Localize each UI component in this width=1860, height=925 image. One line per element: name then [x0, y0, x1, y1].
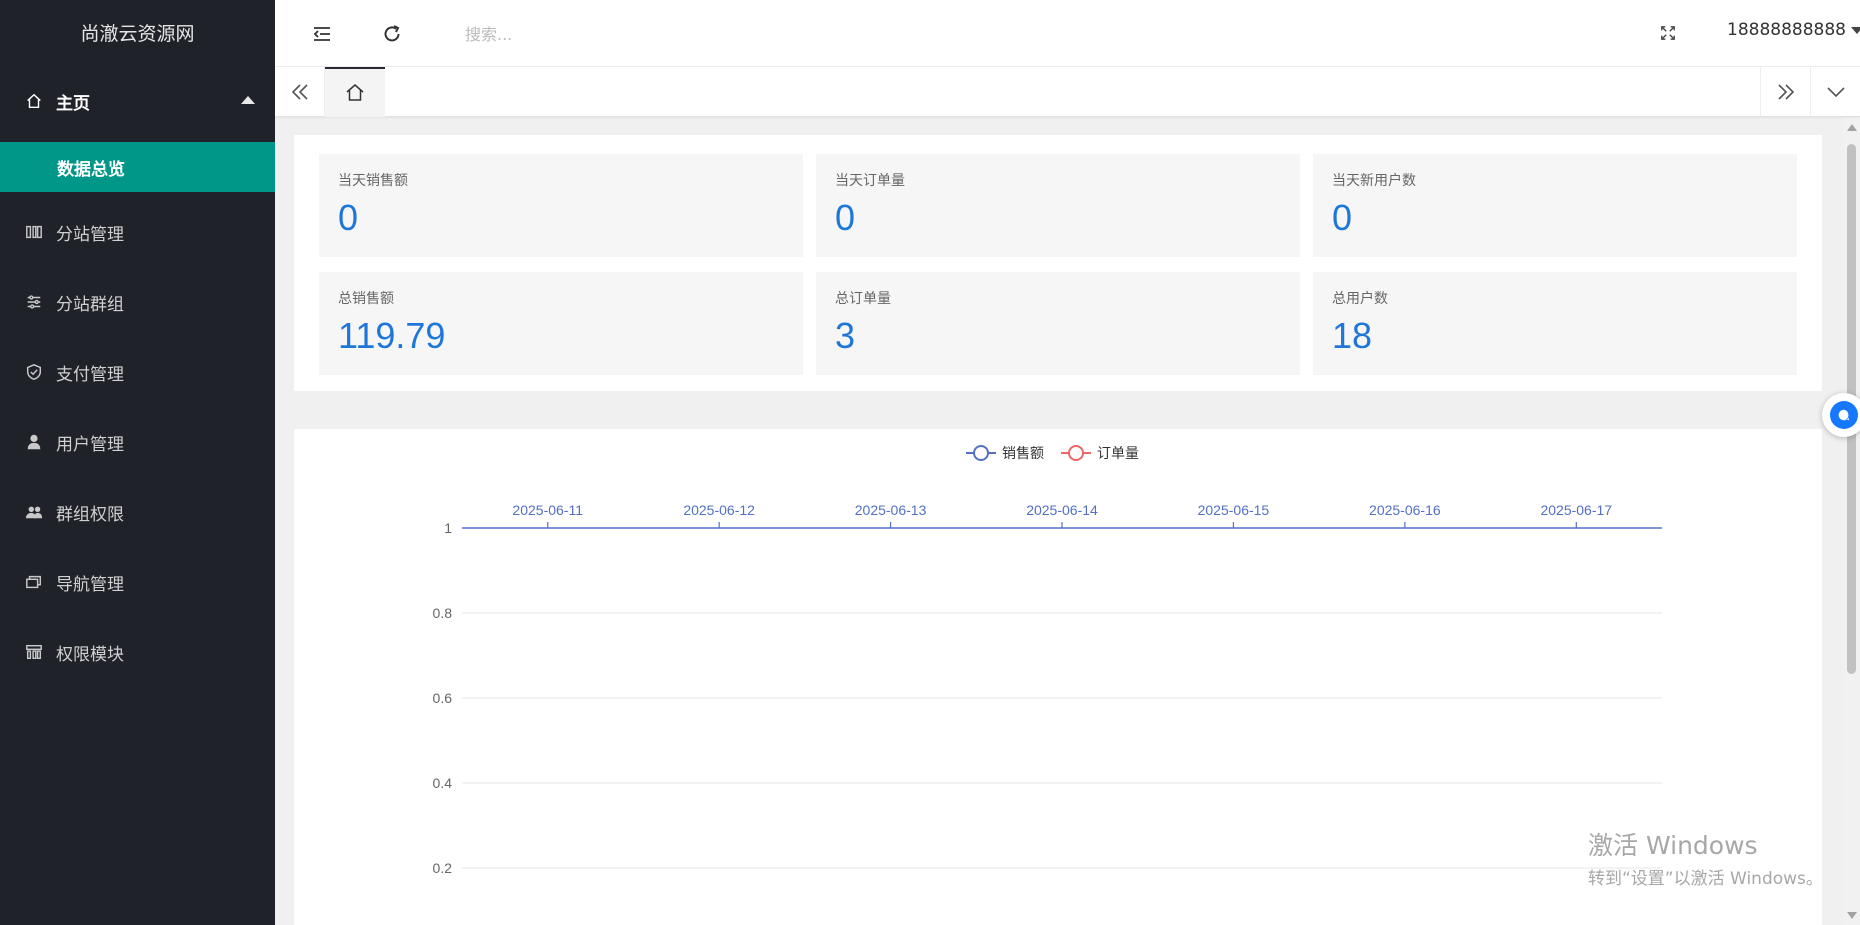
stat-value: 0 [835, 197, 856, 238]
stat-label: 当天订单量 [835, 173, 905, 189]
sidebar-item-group-permissions[interactable]: 群组权限 [0, 479, 275, 545]
y-tick-label: 0.4 [433, 775, 453, 791]
y-tick-label: 0.6 [433, 690, 453, 706]
home-icon [346, 84, 364, 101]
app-logo-title: 尚澈云资源网 [80, 23, 195, 45]
stat-card-total-users: 总用户数 18 [1313, 272, 1797, 375]
top-header: 18888888888 [275, 0, 1860, 67]
stat-value: 0 [338, 197, 359, 238]
sidebar-item-label: 支付管理 [56, 364, 124, 385]
refresh-icon [384, 25, 400, 42]
x-tick-label: 2025-06-14 [1026, 502, 1098, 518]
sidebar-item-navigation[interactable]: 导航管理 [0, 549, 275, 615]
sidebar-item-group[interactable]: 分站群组 [0, 269, 275, 335]
columns-icon [24, 222, 44, 242]
sidebar-item-label: 主页 [56, 93, 90, 114]
watermark-subtitle: 转到“设置”以激活 Windows。 [1588, 869, 1823, 889]
x-tick-label: 2025-06-13 [855, 502, 927, 518]
stats-panel: 当天销售额 0 当天订单量 0 当天新用户数 0 总销售额 119.79 总订单… [294, 135, 1822, 391]
stat-card-today-orders: 当天订单量 0 [816, 154, 1300, 257]
stat-label: 总用户数 [1332, 291, 1388, 307]
double-chevron-left-icon [291, 84, 308, 100]
sidebar-item-users[interactable]: 用户管理 [0, 409, 275, 475]
stat-label: 当天销售额 [338, 173, 408, 189]
scroll-down-arrow-icon[interactable] [1847, 912, 1857, 919]
x-tick-label: 2025-06-12 [683, 502, 755, 518]
legend-symbol-marker [973, 445, 989, 461]
stat-value: 18 [1332, 315, 1373, 356]
x-tick-label: 2025-06-11 [512, 502, 583, 518]
tab-home[interactable] [325, 67, 385, 117]
stat-card-today-sales: 当天销售额 0 [319, 154, 803, 257]
watermark-title: 激活 Windows [1588, 831, 1758, 860]
user-name: 18888888888 [1727, 20, 1846, 40]
stat-value: 0 [1332, 197, 1353, 238]
cards-icon [24, 572, 44, 592]
x-tick-label: 2025-06-16 [1369, 502, 1441, 518]
y-tick-label: 0.8 [433, 605, 453, 621]
sidebar-item-label: 群组权限 [56, 504, 124, 525]
x-tick-label: 2025-06-17 [1540, 502, 1612, 518]
sidebar-item-label: 权限模块 [56, 644, 124, 665]
toggle-sidebar-button[interactable] [302, 14, 342, 54]
sidebar-subitem-overview[interactable]: 数据总览 [0, 142, 275, 192]
sidebar-item-label: 用户管理 [56, 434, 124, 455]
sidebar-item-modules[interactable]: 权限模块 [0, 619, 275, 685]
caret-up-icon [241, 96, 255, 104]
sidebar-item-label: 导航管理 [56, 574, 124, 595]
y-tick-label: 1 [444, 520, 452, 536]
sidebar-item-substation[interactable]: 分站管理 [0, 199, 275, 265]
modules-icon [24, 642, 44, 662]
stat-label: 总销售额 [338, 291, 394, 307]
sidebar-item-payment[interactable]: 支付管理 [0, 339, 275, 405]
indent-icon [313, 27, 330, 41]
double-chevron-right-icon [1777, 84, 1794, 100]
legend-label: 订单量 [1097, 446, 1139, 462]
windows-activation-watermark: 激活 Windows 转到“设置”以激活 Windows。 [1588, 826, 1823, 889]
sidebar-item-home[interactable]: 主页 [0, 68, 275, 134]
stat-card-total-sales: 总销售额 119.79 [319, 272, 803, 375]
sidebar: 尚澈云资源网 主页 数据总览 分站管理 分站群组 支付管理 用户管理 群组权限 … [0, 0, 275, 925]
user-menu[interactable]: 18888888888 [1727, 20, 1860, 40]
fullscreen-icon [1661, 26, 1675, 40]
y-tick-label: 0.2 [433, 860, 453, 876]
home-icon [24, 91, 44, 111]
caret-down-icon [1850, 26, 1860, 34]
tabs-scroll-left-button[interactable] [275, 67, 325, 117]
legend-label: 销售额 [1002, 446, 1044, 462]
scroll-up-arrow-icon[interactable] [1847, 124, 1857, 131]
sliders-icon [24, 292, 44, 312]
stat-value: 119.79 [338, 315, 446, 356]
stat-label: 当天新用户数 [1332, 173, 1416, 189]
tabs-scroll-right-button[interactable] [1760, 67, 1810, 117]
shield-icon [24, 362, 44, 382]
floating-chat-button[interactable] [1822, 393, 1860, 437]
chat-bubble-icon [1830, 401, 1858, 429]
chevron-down-icon [1826, 87, 1845, 98]
sidebar-item-label: 分站群组 [56, 294, 124, 315]
users-icon [24, 502, 44, 522]
x-tick-label: 2025-06-15 [1198, 502, 1270, 518]
legend-symbol-marker [1068, 445, 1084, 461]
fullscreen-button[interactable] [1653, 18, 1683, 48]
tabs-bar [275, 67, 1860, 117]
refresh-button[interactable] [372, 14, 412, 54]
sidebar-item-label: 分站管理 [56, 224, 124, 245]
stat-card-today-new-users: 当天新用户数 0 [1313, 154, 1797, 257]
tabs-dropdown-button[interactable] [1810, 67, 1860, 117]
search-input[interactable] [465, 18, 885, 50]
stat-card-total-orders: 总订单量 3 [816, 272, 1300, 375]
page-scrollbar[interactable] [1843, 118, 1860, 925]
user-icon [24, 432, 44, 452]
stat-label: 总订单量 [835, 291, 891, 307]
stat-value: 3 [835, 315, 856, 356]
